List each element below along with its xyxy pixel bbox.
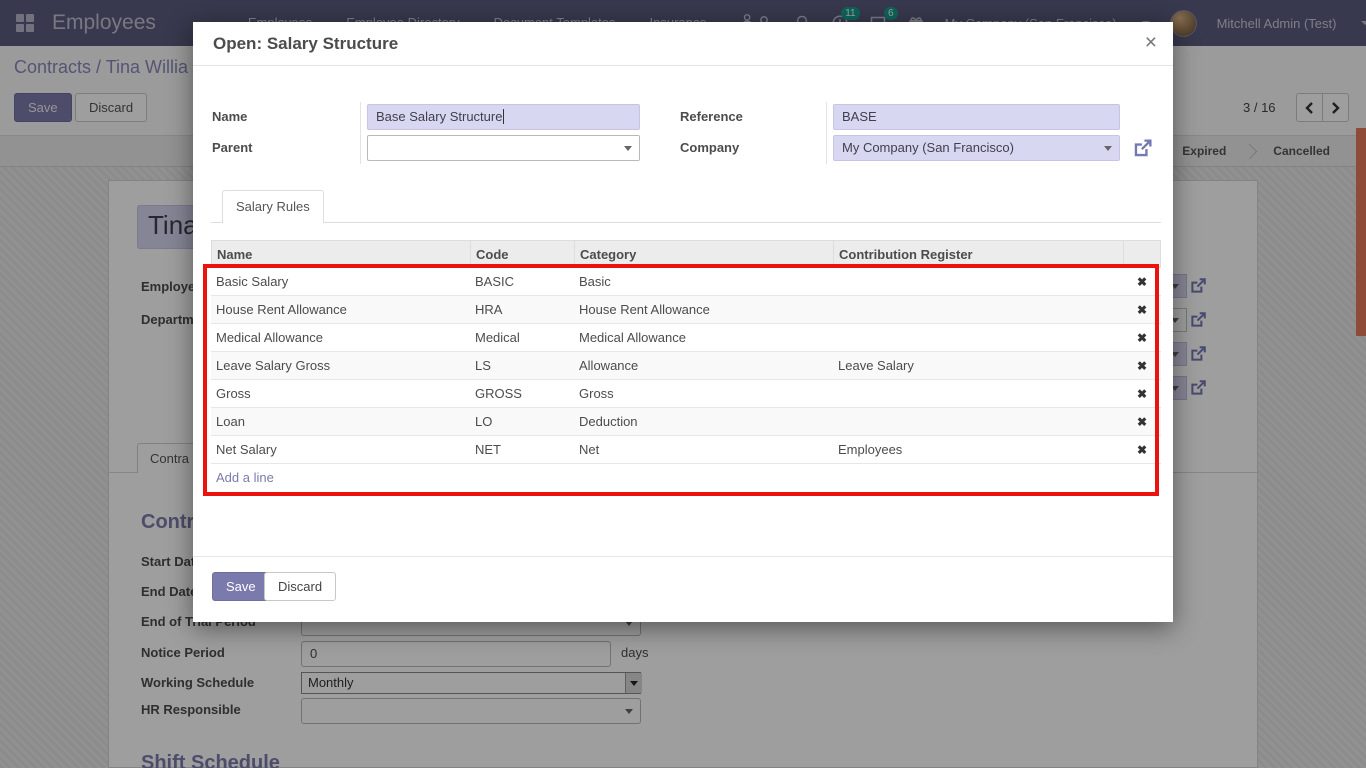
dropdown-caret-icon	[1104, 146, 1112, 151]
delete-row-icon[interactable]: ✖	[1123, 359, 1161, 373]
col-header-category[interactable]: Category	[575, 241, 834, 268]
table-row[interactable]: GrossGROSSGross✖	[211, 380, 1161, 408]
reference-input[interactable]: BASE	[833, 104, 1120, 130]
delete-row-icon[interactable]: ✖	[1123, 275, 1161, 289]
table-row[interactable]: Leave Salary GrossLSAllowanceLeave Salar…	[211, 352, 1161, 380]
dropdown-caret-icon	[624, 146, 632, 151]
tab-underline	[211, 222, 1161, 223]
table-header-row: Name Code Category Contribution Register	[211, 240, 1161, 268]
modal-discard-button[interactable]: Discard	[264, 572, 336, 601]
modal-save-button[interactable]: Save	[212, 572, 270, 601]
name-input[interactable]: Base Salary Structure	[367, 104, 640, 130]
table-row[interactable]: Basic SalaryBASICBasic✖	[211, 268, 1161, 296]
name-label: Name	[212, 109, 247, 124]
close-icon[interactable]: ×	[1145, 31, 1157, 55]
col-header-code[interactable]: Code	[471, 241, 575, 268]
table-row[interactable]: LoanLODeduction✖	[211, 408, 1161, 436]
delete-row-icon[interactable]: ✖	[1123, 387, 1161, 401]
reference-label: Reference	[680, 109, 743, 124]
scrollbar-thumb[interactable]	[1356, 128, 1366, 336]
table-row[interactable]: Medical AllowanceMedicalMedical Allowanc…	[211, 324, 1161, 352]
company-external-link-icon[interactable]	[1132, 138, 1150, 156]
parent-dropdown[interactable]	[367, 135, 640, 161]
table-row[interactable]: Net SalaryNETNetEmployees✖	[211, 436, 1161, 464]
form-separator	[826, 102, 827, 164]
footer-separator	[193, 556, 1173, 557]
add-a-line-link[interactable]: Add a line	[211, 464, 1161, 492]
salary-rules-table: Name Code Category Contribution Register…	[211, 240, 1161, 492]
company-dropdown[interactable]: My Company (San Francisco)	[833, 135, 1120, 161]
col-header-actions	[1124, 241, 1162, 268]
parent-label: Parent	[212, 140, 252, 155]
delete-row-icon[interactable]: ✖	[1123, 443, 1161, 457]
form-separator	[360, 102, 361, 164]
col-header-name[interactable]: Name	[212, 241, 471, 268]
tab-salary-rules[interactable]: Salary Rules	[222, 190, 324, 223]
delete-row-icon[interactable]: ✖	[1123, 331, 1161, 345]
modal-header: Open: Salary Structure ×	[193, 22, 1173, 66]
salary-structure-modal: Open: Salary Structure × Name Base Salar…	[193, 22, 1173, 622]
company-label: Company	[680, 140, 739, 155]
table-row[interactable]: House Rent AllowanceHRAHouse Rent Allowa…	[211, 296, 1161, 324]
delete-row-icon[interactable]: ✖	[1123, 415, 1161, 429]
modal-title: Open: Salary Structure	[213, 22, 398, 66]
col-header-register[interactable]: Contribution Register	[834, 241, 1124, 268]
delete-row-icon[interactable]: ✖	[1123, 303, 1161, 317]
